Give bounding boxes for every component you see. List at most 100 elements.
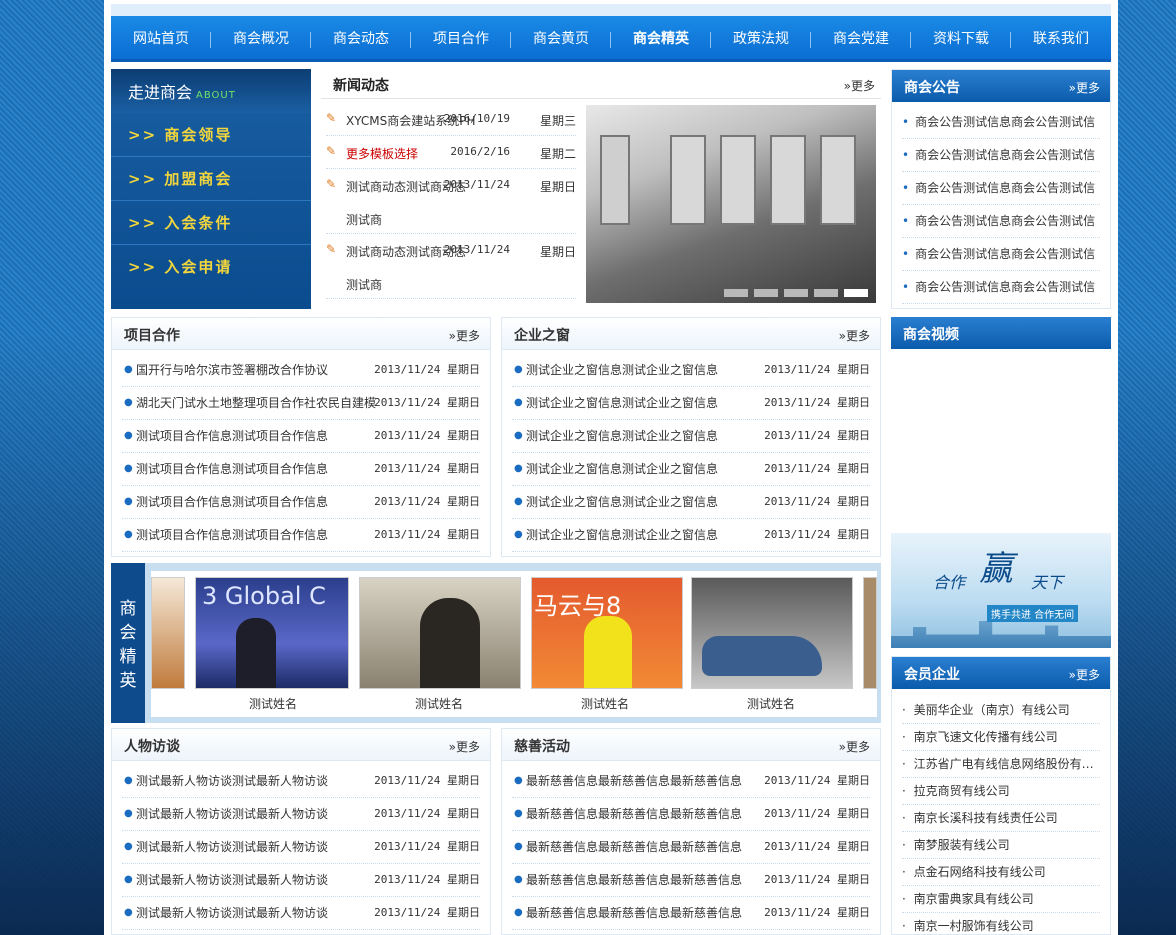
list-item[interactable]: ● 最新慈善信息最新慈善信息最新慈善信息 2013/11/24 星期日 [512,831,870,864]
news-item[interactable]: ✎ XYCMS商会建站系统PH 2016/10/19 星期三 [326,103,576,136]
list-item-text[interactable]: 最新慈善信息最新慈善信息最新慈善信息 [526,897,742,929]
member-item[interactable]: · 南京一村服饰有线公司 [902,913,1100,935]
member-item-text[interactable]: 南梦服装有线公司 [914,838,1010,852]
list-item[interactable]: ● 测试最新人物访谈测试最新人物访谈 2013/11/24 星期日 [122,831,480,864]
list-item[interactable]: ● 测试最新人物访谈测试最新人物访谈 2013/11/24 星期日 [122,864,480,897]
list-item[interactable]: ● 测试企业之窗信息测试企业之窗信息 2013/11/24 星期日 [512,486,870,519]
enterprise-more-link[interactable]: »更多 [839,327,870,344]
slide-dot[interactable] [754,289,778,297]
news-item[interactable]: ✎ 测试商动态测试商动态 2013/11/24 星期日 测试商 [326,234,576,299]
list-item[interactable]: ● 测试项目合作信息测试项目合作信息 2013/11/24 星期日 [122,519,480,552]
list-item[interactable]: ● 测试企业之窗信息测试企业之窗信息 2013/11/24 星期日 [512,519,870,552]
list-item[interactable]: ● 最新慈善信息最新慈善信息最新慈善信息 2013/11/24 星期日 [512,897,870,930]
news-item[interactable]: ✎ 更多模板选择 2016/2/16 星期二 [326,136,576,169]
list-item[interactable]: ● 测试最新人物访谈测试最新人物访谈 2013/11/24 星期日 [122,798,480,831]
elite-photo-partial[interactable] [151,577,185,689]
member-item[interactable]: · 美丽华企业（南京）有线公司 [902,697,1100,724]
list-item-text[interactable]: 湖北天门试水土地整理项目合作社农民自建模 [136,387,376,419]
interview-more-link[interactable]: »更多 [449,738,480,755]
news-item[interactable]: ✎ 测试商动态测试商动态 2013/11/24 星期日 测试商 [326,169,576,234]
about-link-conditions[interactable]: >> 入会条件 [111,201,311,245]
list-item-text[interactable]: 国开行与哈尔滨市签署棚改合作协议 [136,354,328,386]
list-item[interactable]: ● 湖北天门试水土地整理项目合作社农民自建模 2013/11/24 星期日 [122,387,480,420]
list-item[interactable]: ● 国开行与哈尔滨市签署棚改合作协议 2013/11/24 星期日 [122,354,480,387]
notice-item[interactable]: • 商会公告测试信息商会公告测试信 [902,106,1100,139]
member-item-text[interactable]: 南京飞速文化传播有线公司 [914,730,1058,744]
list-item-text[interactable]: 测试最新人物访谈测试最新人物访谈 [136,897,328,929]
slide-dot[interactable] [724,289,748,297]
about-link-apply[interactable]: >> 入会申请 [111,245,311,289]
elite-caption[interactable]: 测试姓名 [193,695,353,712]
notice-item[interactable]: • 商会公告测试信息商会公告测试信 [902,205,1100,238]
elite-caption[interactable]: 测试姓名 [359,695,519,712]
notice-item-text[interactable]: 商会公告测试信息商会公告测试信 [915,214,1095,228]
nav-item[interactable]: 资料下载 [911,20,1011,58]
charity-more-link[interactable]: »更多 [839,738,870,755]
list-item-text[interactable]: 测试项目合作信息测试项目合作信息 [136,420,328,452]
slide-dot[interactable] [784,289,808,297]
news-item-text-wrap[interactable]: 测试商 [346,211,382,228]
nav-item[interactable]: 商会黄页 [511,20,611,58]
list-item[interactable]: ● 测试最新人物访谈测试最新人物访谈 2013/11/24 星期日 [122,897,480,930]
member-item-text[interactable]: 拉克商贸有线公司 [914,784,1010,798]
slide-dot-active[interactable] [844,289,868,297]
member-item-text[interactable]: 美丽华企业（南京）有线公司 [914,703,1070,717]
list-item-text[interactable]: 测试最新人物访谈测试最新人物访谈 [136,765,328,797]
list-item-text[interactable]: 测试企业之窗信息测试企业之窗信息 [526,486,718,518]
list-item-text[interactable]: 测试企业之窗信息测试企业之窗信息 [526,420,718,452]
nav-item[interactable]: 联系我们 [1011,20,1111,58]
notice-item[interactable]: • 商会公告测试信息商会公告测试信 [902,271,1100,304]
elite-photo-3[interactable]: 马云与8 [531,577,683,689]
elite-caption[interactable]: 测试姓名 [691,695,851,712]
list-item-text[interactable]: 测试项目合作信息测试项目合作信息 [136,486,328,518]
nav-item[interactable]: 商会概况 [211,20,311,58]
notice-more-link[interactable]: »更多 [1069,79,1100,96]
notice-item-text[interactable]: 商会公告测试信息商会公告测试信 [915,115,1095,129]
member-item[interactable]: · 南京雷典家具有线公司 [902,886,1100,913]
elite-caption[interactable]: 测试姓名 [525,695,685,712]
list-item-text[interactable]: 测试项目合作信息测试项目合作信息 [136,453,328,485]
nav-item[interactable]: 政策法规 [711,20,811,58]
list-item-text[interactable]: 最新慈善信息最新慈善信息最新慈善信息 [526,864,742,896]
member-item-text[interactable]: 江苏省广电有线信息网络股份有… [914,757,1094,771]
list-item[interactable]: ● 测试企业之窗信息测试企业之窗信息 2013/11/24 星期日 [512,354,870,387]
member-item[interactable]: · 南京长溪科技有线责任公司 [902,805,1100,832]
notice-item-text[interactable]: 商会公告测试信息商会公告测试信 [915,247,1095,261]
member-item[interactable]: · 点金石网络科技有线公司 [902,859,1100,886]
nav-item[interactable]: 项目合作 [411,20,511,58]
list-item-text[interactable]: 测试企业之窗信息测试企业之窗信息 [526,453,718,485]
member-item[interactable]: · 南梦服装有线公司 [902,832,1100,859]
list-item-text[interactable]: 测试企业之窗信息测试企业之窗信息 [526,387,718,419]
notice-item-text[interactable]: 商会公告测试信息商会公告测试信 [915,181,1095,195]
list-item[interactable]: ● 测试企业之窗信息测试企业之窗信息 2013/11/24 星期日 [512,453,870,486]
list-item-text[interactable]: 测试项目合作信息测试项目合作信息 [136,519,328,551]
about-link-leaders[interactable]: >> 商会领导 [111,113,311,157]
notice-item[interactable]: • 商会公告测试信息商会公告测试信 [902,172,1100,205]
news-item-text[interactable]: 更多模板选择 [346,145,418,162]
about-link-join[interactable]: >> 加盟商会 [111,157,311,201]
member-item-text[interactable]: 南京雷典家具有线公司 [914,892,1034,906]
cooperation-banner[interactable]: 合作 赢 天下 携手共进 合作无间 [891,533,1111,648]
member-item[interactable]: · 拉克商贸有线公司 [902,778,1100,805]
member-item-text[interactable]: 南京一村服饰有线公司 [914,919,1034,933]
list-item[interactable]: ● 最新慈善信息最新慈善信息最新慈善信息 2013/11/24 星期日 [512,798,870,831]
notice-item-text[interactable]: 商会公告测试信息商会公告测试信 [915,148,1095,162]
news-more-link[interactable]: »更多 [844,77,875,94]
list-item[interactable]: ● 最新慈善信息最新慈善信息最新慈善信息 2013/11/24 星期日 [512,864,870,897]
list-item[interactable]: ● 测试企业之窗信息测试企业之窗信息 2013/11/24 星期日 [512,387,870,420]
nav-item[interactable]: 商会党建 [811,20,911,58]
news-slideshow-image[interactable] [586,105,876,303]
list-item-text[interactable]: 最新慈善信息最新慈善信息最新慈善信息 [526,831,742,863]
list-item-text[interactable]: 最新慈善信息最新慈善信息最新慈善信息 [526,798,742,830]
list-item[interactable]: ● 测试项目合作信息测试项目合作信息 2013/11/24 星期日 [122,453,480,486]
list-item-text[interactable]: 测试最新人物访谈测试最新人物访谈 [136,831,328,863]
nav-item[interactable]: 商会动态 [311,20,411,58]
nav-item[interactable]: 网站首页 [111,20,211,58]
member-item[interactable]: · 南京飞速文化传播有线公司 [902,724,1100,751]
project-more-link[interactable]: »更多 [449,327,480,344]
nav-item[interactable]: 商会精英 [611,20,711,58]
list-item-text[interactable]: 最新慈善信息最新慈善信息最新慈善信息 [526,765,742,797]
notice-item[interactable]: • 商会公告测试信息商会公告测试信 [902,238,1100,271]
list-item-text[interactable]: 测试最新人物访谈测试最新人物访谈 [136,864,328,896]
list-item[interactable]: ● 测试项目合作信息测试项目合作信息 2013/11/24 星期日 [122,486,480,519]
